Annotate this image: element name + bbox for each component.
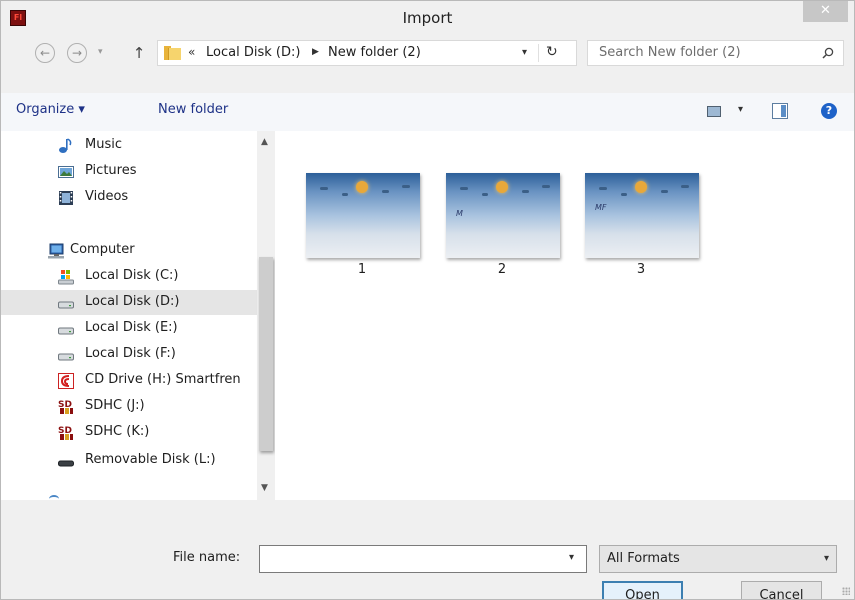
address-bar[interactable]: « Local Disk (D:) ▶ New folder (2) ▾ ↻ <box>157 40 577 66</box>
file-name-dropdown-icon[interactable]: ▾ <box>569 552 574 563</box>
nav-label: CD Drive (H:) Smartfren <box>85 372 241 387</box>
drive-icon <box>58 327 74 335</box>
image-thumbnail <box>306 173 420 258</box>
file-name: 3 <box>636 262 646 277</box>
search-input[interactable]: Search New folder (2) <box>599 45 741 60</box>
thumbnail-text: MF <box>595 203 607 212</box>
change-view-icon[interactable] <box>707 106 721 117</box>
breadcrumb-local-disk-d[interactable]: Local Disk (D:) <box>206 45 300 60</box>
drive-icon <box>58 301 74 309</box>
nav-label: SDHC (J:) <box>85 398 145 413</box>
file-item[interactable]: 1 <box>302 171 422 281</box>
search-box[interactable]: Search New folder (2) <box>587 40 844 66</box>
nav-label: Removable Disk (L:) <box>85 452 216 467</box>
view-options-dropdown[interactable]: ▾ <box>738 104 743 115</box>
breadcrumb-separator-icon[interactable]: ▶ <box>312 47 319 57</box>
nav-item-computer[interactable]: Computer <box>1 238 257 263</box>
folder-icon <box>164 46 181 60</box>
bottom-panel: File name: ▾ All Formats ▾ Open Cancel <box>1 501 854 599</box>
help-icon[interactable]: ? <box>821 103 837 119</box>
file-type-value: All Formats <box>607 551 680 566</box>
nav-item-videos[interactable]: Videos <box>1 185 257 210</box>
drive-icon <box>58 353 74 361</box>
scroll-down-icon[interactable]: ▼ <box>261 483 268 493</box>
file-item[interactable]: M 2 <box>442 171 562 281</box>
nav-label: Music <box>85 137 122 152</box>
close-button[interactable]: ✕ <box>803 1 848 22</box>
system-drive-icon <box>58 270 74 285</box>
removable-disk-icon <box>58 460 74 467</box>
file-item[interactable]: MF 3 <box>581 171 701 281</box>
nav-item-local-disk-e[interactable]: Local Disk (E:) <box>1 316 257 341</box>
breadcrumb-overflow[interactable]: « <box>188 45 195 59</box>
new-folder-button[interactable]: New folder <box>158 102 228 117</box>
navigation-pane: Music Pictures Videos Computer Local Dis… <box>1 131 275 500</box>
file-name: 2 <box>497 262 507 277</box>
nav-item-music[interactable]: Music <box>1 133 257 158</box>
pictures-icon <box>58 166 74 178</box>
nav-label: Local Disk (E:) <box>85 320 178 335</box>
nav-label: SDHC (K:) <box>85 424 150 439</box>
preview-pane-icon[interactable] <box>772 103 788 119</box>
sd-card-icon: SD <box>58 426 73 440</box>
file-name-label: File name: <box>173 550 241 565</box>
nav-item-local-disk-f[interactable]: Local Disk (F:) <box>1 342 257 367</box>
music-icon <box>59 138 72 153</box>
window-title: Import <box>402 9 453 27</box>
address-dropdown[interactable]: ▾ <box>522 47 527 58</box>
file-name: 1 <box>357 262 367 277</box>
forward-button[interactable]: → <box>67 43 87 63</box>
image-thumbnail: MF <box>585 173 699 258</box>
thumbnail-text: M <box>456 209 463 218</box>
scroll-up-icon[interactable]: ▲ <box>261 137 268 147</box>
computer-icon <box>48 243 64 259</box>
refresh-button[interactable]: ↻ <box>546 44 558 60</box>
videos-icon <box>59 191 73 205</box>
nav-item-sdhc-j[interactable]: SD SDHC (J:) <box>1 394 257 419</box>
nav-item-cd-drive-h[interactable]: CD Drive (H:) Smartfren <box>1 368 257 393</box>
up-button[interactable]: ↑ <box>131 43 147 63</box>
nav-item-sdhc-k[interactable]: SD SDHC (K:) <box>1 420 257 445</box>
cd-drive-icon <box>58 373 74 389</box>
nav-item-local-disk-c[interactable]: Local Disk (C:) <box>1 264 257 289</box>
chevron-down-icon: ▾ <box>823 553 829 564</box>
file-list: 1 M 2 MF 3 <box>275 131 854 500</box>
organize-button[interactable]: Organize ▾ <box>16 102 85 117</box>
nav-item-local-disk-d[interactable]: Local Disk (D:) <box>1 290 257 315</box>
nav-label: Videos <box>85 189 129 204</box>
back-button[interactable]: ← <box>35 43 55 63</box>
nav-item-pictures[interactable]: Pictures <box>1 159 257 184</box>
breadcrumb-new-folder-2[interactable]: New folder (2) <box>328 45 421 60</box>
nav-item-removable-disk-l[interactable]: Removable Disk (L:) <box>1 448 257 473</box>
recent-locations-dropdown[interactable]: ▾ <box>98 45 108 59</box>
address-row: ← → ▾ ↑ « Local Disk (D:) ▶ New folder (… <box>1 35 854 71</box>
open-button[interactable]: Open <box>602 581 683 599</box>
resize-grip[interactable] <box>842 587 850 595</box>
search-icon[interactable] <box>822 47 834 59</box>
address-divider <box>538 44 539 62</box>
file-name-input[interactable] <box>259 545 587 573</box>
file-type-select[interactable]: All Formats ▾ <box>599 545 837 573</box>
nav-label: Computer <box>70 242 135 257</box>
nav-label: Local Disk (D:) <box>85 294 180 309</box>
import-dialog: Fl Import ✕ ← → ▾ ↑ « Local Disk (D:) ▶ … <box>0 0 855 600</box>
image-thumbnail: M <box>446 173 560 258</box>
command-toolbar: Organize ▾ New folder ▾ ? <box>1 93 854 132</box>
nav-scrollbar[interactable]: ▲ ▼ <box>257 131 275 500</box>
title-bar[interactable]: Fl Import ✕ <box>1 1 854 35</box>
nav-label: Local Disk (C:) <box>85 268 179 283</box>
nav-label: Local Disk (F:) <box>85 346 176 361</box>
nav-label: Pictures <box>85 163 137 178</box>
sd-card-icon: SD <box>58 400 73 414</box>
cancel-button[interactable]: Cancel <box>741 581 822 599</box>
scrollbar-thumb[interactable] <box>259 257 273 451</box>
